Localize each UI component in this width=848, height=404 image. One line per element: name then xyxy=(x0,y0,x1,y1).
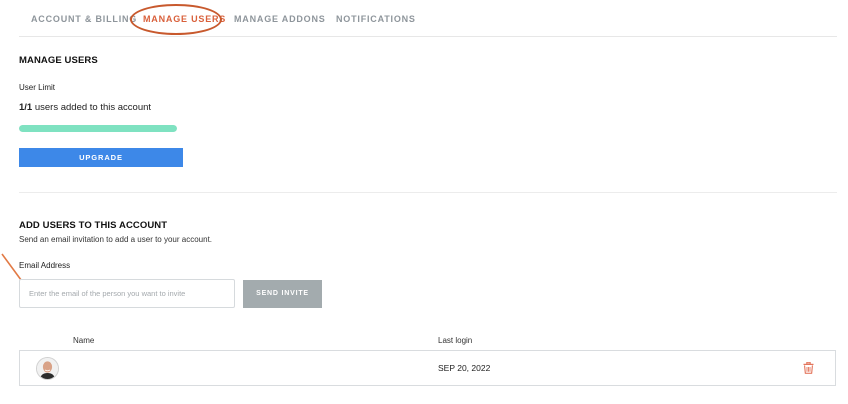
column-header-name: Name xyxy=(73,336,95,345)
tab-account-billing[interactable]: ACCOUNT & BILLING xyxy=(31,14,137,24)
user-limit-progress xyxy=(19,125,177,132)
send-invite-button[interactable]: SEND INVITE xyxy=(243,280,322,308)
trash-icon[interactable] xyxy=(803,362,814,374)
email-input[interactable] xyxy=(19,279,235,308)
add-users-title: ADD USERS TO THIS ACCOUNT xyxy=(19,220,168,231)
annotation-circle xyxy=(130,4,222,35)
tab-notifications[interactable]: NOTIFICATIONS xyxy=(336,14,416,24)
section-divider xyxy=(19,192,837,193)
avatar xyxy=(36,357,59,380)
user-usage-suffix: users added to this account xyxy=(32,102,152,113)
tab-manage-addons[interactable]: MANAGE ADDONS xyxy=(234,14,326,24)
user-usage-text: 1/1 users added to this account xyxy=(19,102,151,113)
user-usage-count: 1/1 xyxy=(19,102,33,113)
manage-users-title: MANAGE USERS xyxy=(19,55,98,66)
upgrade-button[interactable]: UPGRADE xyxy=(19,148,183,167)
add-users-subtitle: Send an email invitation to add a user t… xyxy=(19,235,213,244)
column-header-last-login: Last login xyxy=(438,336,473,345)
table-row: SEP 20, 2022 xyxy=(19,350,836,386)
last-login-value: SEP 20, 2022 xyxy=(438,363,491,373)
user-limit-label: User Limit xyxy=(19,83,56,92)
user-limit-progress-fill xyxy=(19,125,177,132)
page: ACCOUNT & BILLING MANAGE USERS MANAGE AD… xyxy=(0,0,848,404)
avatar-portrait xyxy=(37,358,58,379)
